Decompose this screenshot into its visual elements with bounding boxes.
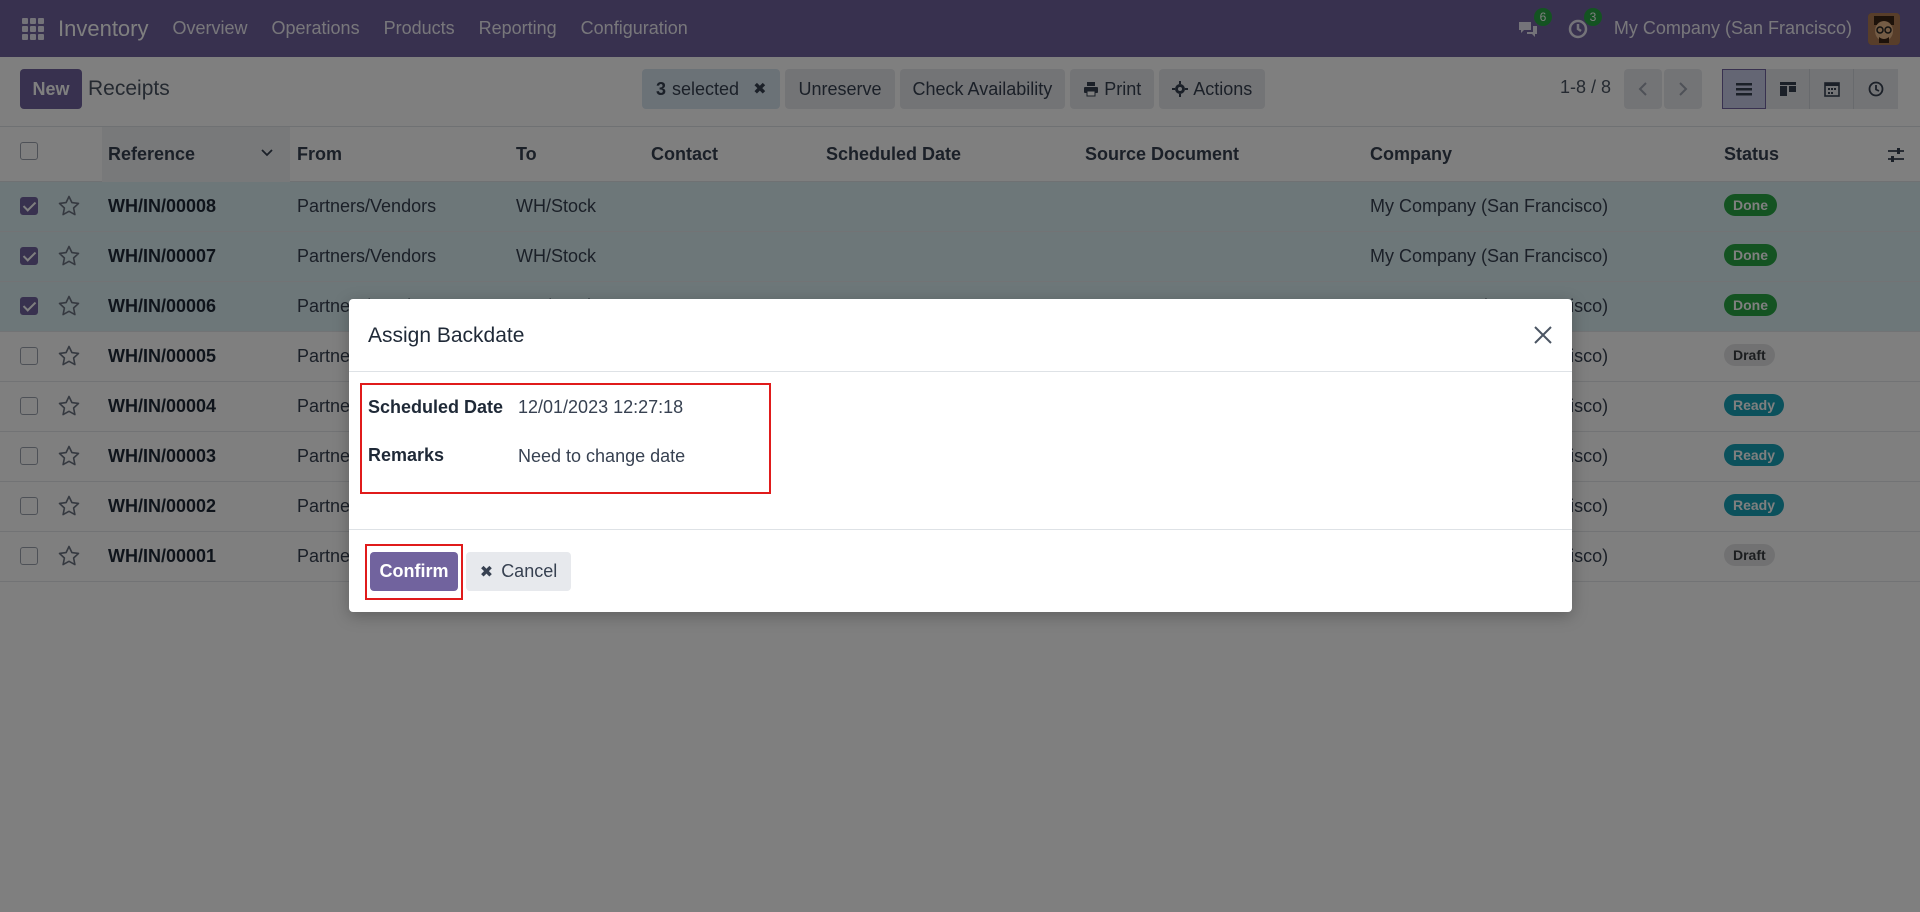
dialog-title: Assign Backdate [368, 324, 525, 347]
fields-highlight-box [360, 383, 771, 494]
assign-backdate-dialog: Assign Backdate Scheduled Date Remarks C… [349, 299, 1572, 612]
cancel-button[interactable]: ✖ Cancel [466, 552, 571, 591]
dialog-footer: Confirm ✖ Cancel [349, 530, 1572, 612]
close-icon[interactable] [1532, 324, 1554, 346]
confirm-highlight-box [365, 544, 463, 600]
close-icon: ✖ [479, 563, 494, 581]
dialog-header: Assign Backdate [349, 299, 1572, 372]
cancel-label: Cancel [501, 561, 558, 581]
